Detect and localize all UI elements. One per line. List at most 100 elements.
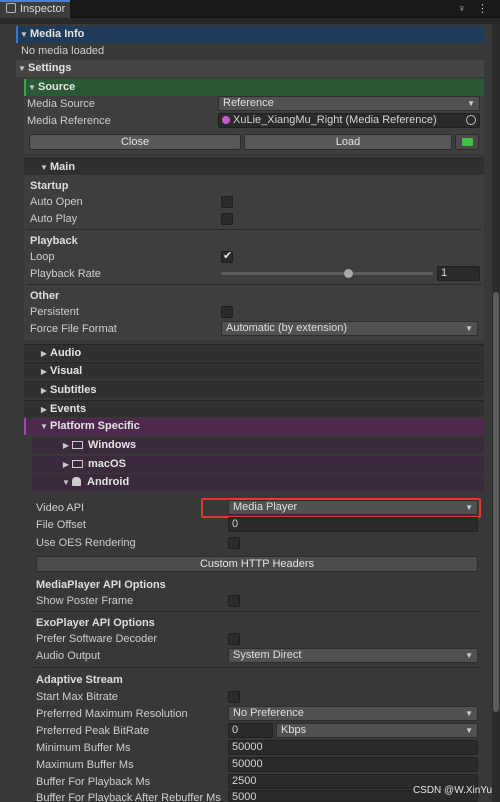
- android-header[interactable]: ▼ Android: [32, 474, 484, 491]
- audio-output-label: Audio Output: [36, 650, 101, 662]
- object-picker-icon[interactable]: [466, 115, 476, 125]
- oes-label: Use OES Rendering: [36, 537, 136, 549]
- expanded-triangle-icon: ▼: [28, 83, 36, 92]
- main-panel: [24, 158, 484, 340]
- audio-output-dropdown[interactable]: System Direct ▼: [228, 648, 478, 663]
- expanded-triangle-icon: ▼: [20, 30, 28, 39]
- file-offset-field[interactable]: 0: [228, 517, 478, 532]
- subtitles-title: Subtitles: [50, 384, 97, 396]
- buffer-playback-label: Buffer For Playback Ms: [36, 776, 151, 788]
- preferred-resolution-label: Preferred Maximum Resolution: [36, 708, 188, 720]
- inspector-icon: [6, 3, 16, 13]
- dropdown-arrow-icon: ▼: [465, 651, 473, 660]
- media-source-label: Media Source: [27, 98, 95, 110]
- persistent-checkbox[interactable]: [221, 306, 233, 318]
- window-tab-bar: Inspector ♀ ⋮: [0, 0, 500, 18]
- startup-title: Startup: [30, 180, 69, 192]
- source-title: Source: [38, 81, 76, 93]
- collapsed-triangle-icon: ▶: [40, 349, 48, 358]
- buffer-rebuffer-label: Buffer For Playback After Rebuffer Ms: [36, 792, 221, 802]
- oes-checkbox[interactable]: [228, 537, 240, 549]
- browse-button[interactable]: [455, 134, 479, 150]
- auto-open-checkbox[interactable]: [221, 196, 233, 208]
- file-offset-label: File Offset: [36, 519, 86, 531]
- settings-header[interactable]: ▼ Settings: [16, 60, 484, 77]
- peak-bitrate-field[interactable]: 0: [228, 723, 273, 738]
- media-source-dropdown[interactable]: Reference ▼: [218, 96, 480, 111]
- events-header[interactable]: ▶ Events: [24, 400, 484, 417]
- auto-play-checkbox[interactable]: [221, 213, 233, 225]
- peak-bitrate-unit-dropdown[interactable]: Kbps ▼: [276, 723, 478, 738]
- max-buffer-label: Maximum Buffer Ms: [36, 759, 134, 771]
- scrollbar-thumb[interactable]: [493, 292, 499, 712]
- watermark: CSDN @W.XinYu: [412, 785, 492, 796]
- audio-output-value: System Direct: [233, 649, 302, 661]
- divider: [26, 284, 482, 285]
- collapsed-triangle-icon: ▶: [40, 367, 48, 376]
- show-poster-checkbox[interactable]: [228, 595, 240, 607]
- visual-header[interactable]: ▶ Visual: [24, 362, 484, 379]
- toolbar-strip: [0, 18, 500, 24]
- divider: [32, 667, 482, 668]
- media-reference-icon: [222, 116, 230, 124]
- persistent-label: Persistent: [30, 306, 79, 318]
- tab-inspector[interactable]: Inspector: [0, 0, 70, 18]
- start-max-bitrate-label: Start Max Bitrate: [36, 691, 118, 703]
- divider: [26, 229, 482, 230]
- force-format-label: Force File Format: [30, 323, 117, 335]
- tab-actions[interactable]: ♀ ⋮: [458, 2, 492, 15]
- macos-header[interactable]: ▶ macOS: [32, 456, 484, 473]
- media-info-header[interactable]: ▼ Media Info: [16, 26, 484, 43]
- show-poster-label: Show Poster Frame: [36, 595, 134, 607]
- video-api-label: Video API: [36, 502, 85, 514]
- media-info-status: No media loaded: [21, 45, 105, 57]
- min-buffer-field[interactable]: 50000: [228, 740, 478, 755]
- loop-checkbox[interactable]: ✔: [221, 250, 233, 263]
- load-button[interactable]: Load: [244, 134, 452, 150]
- source-header[interactable]: ▼ Source: [24, 79, 484, 96]
- min-buffer-label: Minimum Buffer Ms: [36, 742, 131, 754]
- playback-rate-slider-track[interactable]: [221, 272, 433, 275]
- media-source-value: Reference: [223, 97, 274, 109]
- monitor-icon: [72, 441, 83, 449]
- force-format-dropdown[interactable]: Automatic (by extension) ▼: [221, 321, 478, 336]
- mediaplayer-options-title: MediaPlayer API Options: [36, 579, 166, 591]
- highlight-box: [201, 498, 481, 518]
- collapsed-triangle-icon: ▶: [40, 386, 48, 395]
- exoplayer-options-title: ExoPlayer API Options: [36, 617, 155, 629]
- max-buffer-field[interactable]: 50000: [228, 757, 478, 772]
- media-reference-field[interactable]: XuLie_XiangMu_Right (Media Reference): [218, 113, 480, 128]
- android-title: Android: [87, 476, 130, 488]
- audio-title: Audio: [50, 347, 82, 359]
- divider: [32, 611, 482, 612]
- subtitles-header[interactable]: ▶ Subtitles: [24, 381, 484, 398]
- peak-bitrate-label: Preferred Peak BitRate: [36, 725, 150, 737]
- preferred-resolution-value: No Preference: [233, 707, 304, 719]
- settings-title: Settings: [28, 62, 72, 74]
- other-title: Other: [30, 290, 60, 302]
- android-icon: [72, 477, 81, 486]
- preferred-resolution-dropdown[interactable]: No Preference ▼: [228, 706, 478, 721]
- expanded-triangle-icon: ▼: [62, 478, 70, 487]
- windows-header[interactable]: ▶ Windows: [32, 437, 484, 454]
- media-reference-value: XuLie_XiangMu_Right (Media Reference): [233, 114, 437, 126]
- collapsed-triangle-icon: ▶: [62, 441, 70, 450]
- auto-play-label: Auto Play: [30, 213, 78, 225]
- collapsed-triangle-icon: ▶: [62, 460, 70, 469]
- close-button[interactable]: Close: [29, 134, 241, 150]
- platform-specific-header[interactable]: ▼ Platform Specific: [24, 418, 484, 435]
- prefer-sw-label: Prefer Software Decoder: [36, 633, 158, 645]
- main-header[interactable]: ▼ Main: [24, 158, 484, 175]
- playback-title: Playback: [30, 235, 78, 247]
- expanded-triangle-icon: ▼: [18, 64, 26, 73]
- prefer-sw-checkbox[interactable]: [228, 633, 240, 645]
- custom-http-headers-button[interactable]: Custom HTTP Headers: [36, 556, 478, 572]
- peak-bitrate-unit-value: Kbps: [281, 724, 307, 736]
- force-format-value: Automatic (by extension): [226, 322, 348, 334]
- main-title: Main: [50, 161, 76, 173]
- auto-open-label: Auto Open: [30, 196, 83, 208]
- audio-header[interactable]: ▶ Audio: [24, 344, 484, 361]
- events-title: Events: [50, 403, 87, 415]
- start-max-bitrate-checkbox[interactable]: [228, 691, 240, 703]
- playback-rate-field[interactable]: 1: [437, 266, 480, 281]
